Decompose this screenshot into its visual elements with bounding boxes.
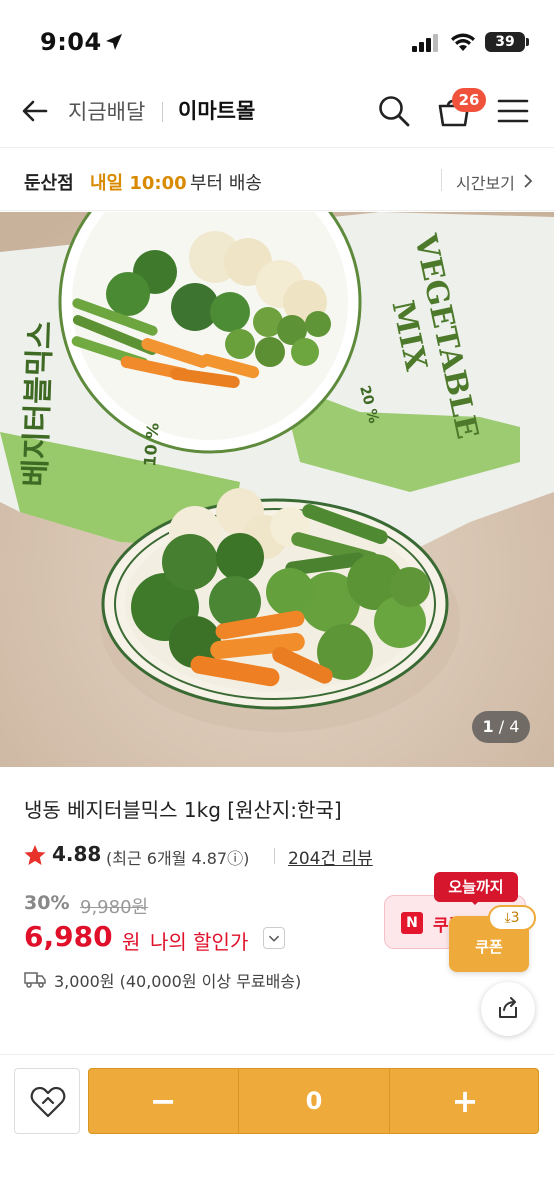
delivery-suffix: 부터 배송 bbox=[190, 173, 262, 194]
star-icon bbox=[24, 845, 46, 865]
coupon-button-label: 쿠폰 bbox=[475, 938, 503, 956]
product-photo: VEGETABLE MIX 베지터블믹스 20 % 10 % bbox=[0, 212, 554, 767]
app-header: 지금배달 이마트몰 26 bbox=[0, 76, 554, 148]
discount-percent: 30% bbox=[24, 892, 70, 914]
search-icon[interactable] bbox=[376, 93, 412, 129]
download-count-badge: ⤓3 bbox=[488, 905, 536, 931]
store-name: 둔산점 bbox=[24, 173, 74, 194]
share-icon bbox=[499, 997, 517, 1018]
pack-korean-name: 베지터블믹스 bbox=[18, 321, 59, 488]
product-image-carousel[interactable]: VEGETABLE MIX 베지터블믹스 20 % 10 % 1 / 4 bbox=[0, 212, 554, 767]
quantity-decrease-button[interactable]: − bbox=[89, 1069, 237, 1133]
delivery-info-bar: 둔산점 내일 10:00 부터 배송 시간보기 bbox=[0, 149, 554, 211]
rating-row: 4.88 (최근 6개월 4.87ⓘ) 204건 리뷰 bbox=[24, 842, 544, 870]
menu-icon[interactable] bbox=[496, 96, 530, 126]
review-count-link[interactable]: 204건 리뷰 bbox=[288, 844, 373, 869]
status-time: 9:04 bbox=[40, 28, 102, 56]
header-divider bbox=[162, 102, 163, 122]
battery-indicator: 39 bbox=[485, 32, 529, 52]
image-counter: 1 / 4 bbox=[472, 711, 530, 743]
rating-recent[interactable]: (최근 6개월 4.87ⓘ) bbox=[106, 845, 249, 869]
delivery-divider bbox=[441, 169, 442, 191]
naver-n-logo: N bbox=[401, 912, 423, 934]
svg-text:10 %: 10 % bbox=[140, 422, 163, 467]
status-bar: 9:04 39 bbox=[0, 0, 554, 76]
share-button[interactable] bbox=[481, 982, 535, 1036]
emart-mall-title[interactable]: 이마트몰 bbox=[178, 95, 255, 125]
quantity-value: 0 bbox=[238, 1069, 390, 1133]
sale-price-unit: 원 bbox=[122, 930, 141, 954]
cellular-signal-icon bbox=[412, 34, 438, 52]
today-only-tag: 오늘까지 bbox=[434, 872, 518, 905]
back-arrow-icon[interactable] bbox=[18, 94, 52, 128]
pack-pct-2: 10 % bbox=[140, 422, 163, 467]
wifi-icon bbox=[451, 33, 475, 51]
original-price: 9,980원 bbox=[80, 897, 149, 918]
shipping-fee: 3,000원 (40,000원 이상 무료배송) bbox=[54, 972, 302, 991]
location-arrow-icon bbox=[106, 34, 122, 50]
view-time-link[interactable]: 시간보기 bbox=[456, 170, 515, 194]
now-delivery-tab[interactable]: 지금배달 bbox=[68, 96, 145, 126]
quantity-increase-button[interactable]: + bbox=[391, 1069, 539, 1133]
svg-text:베지터블믹스: 베지터블믹스 bbox=[18, 321, 59, 488]
sale-price: 6,980 bbox=[24, 920, 113, 953]
cart-count-badge: 26 bbox=[452, 88, 486, 112]
rating-value: 4.88 bbox=[52, 842, 102, 866]
section-divider bbox=[0, 1054, 554, 1055]
delivery-time: 내일 10:00 bbox=[90, 173, 187, 194]
my-discount-price-label[interactable]: 나의 할인가 bbox=[150, 926, 248, 955]
wishlist-button[interactable] bbox=[14, 1068, 80, 1134]
chevron-right-icon[interactable] bbox=[522, 174, 534, 188]
chevron-down-icon[interactable] bbox=[263, 927, 285, 949]
truck-icon bbox=[24, 972, 46, 988]
heart-icon bbox=[30, 1086, 66, 1118]
quantity-stepper: − 0 + bbox=[88, 1068, 539, 1134]
bottom-action-bar: − 0 + bbox=[0, 1056, 554, 1199]
product-title: 냉동 베지터블믹스 1kg [원산지:한국] bbox=[24, 798, 342, 822]
rating-divider bbox=[274, 848, 275, 864]
